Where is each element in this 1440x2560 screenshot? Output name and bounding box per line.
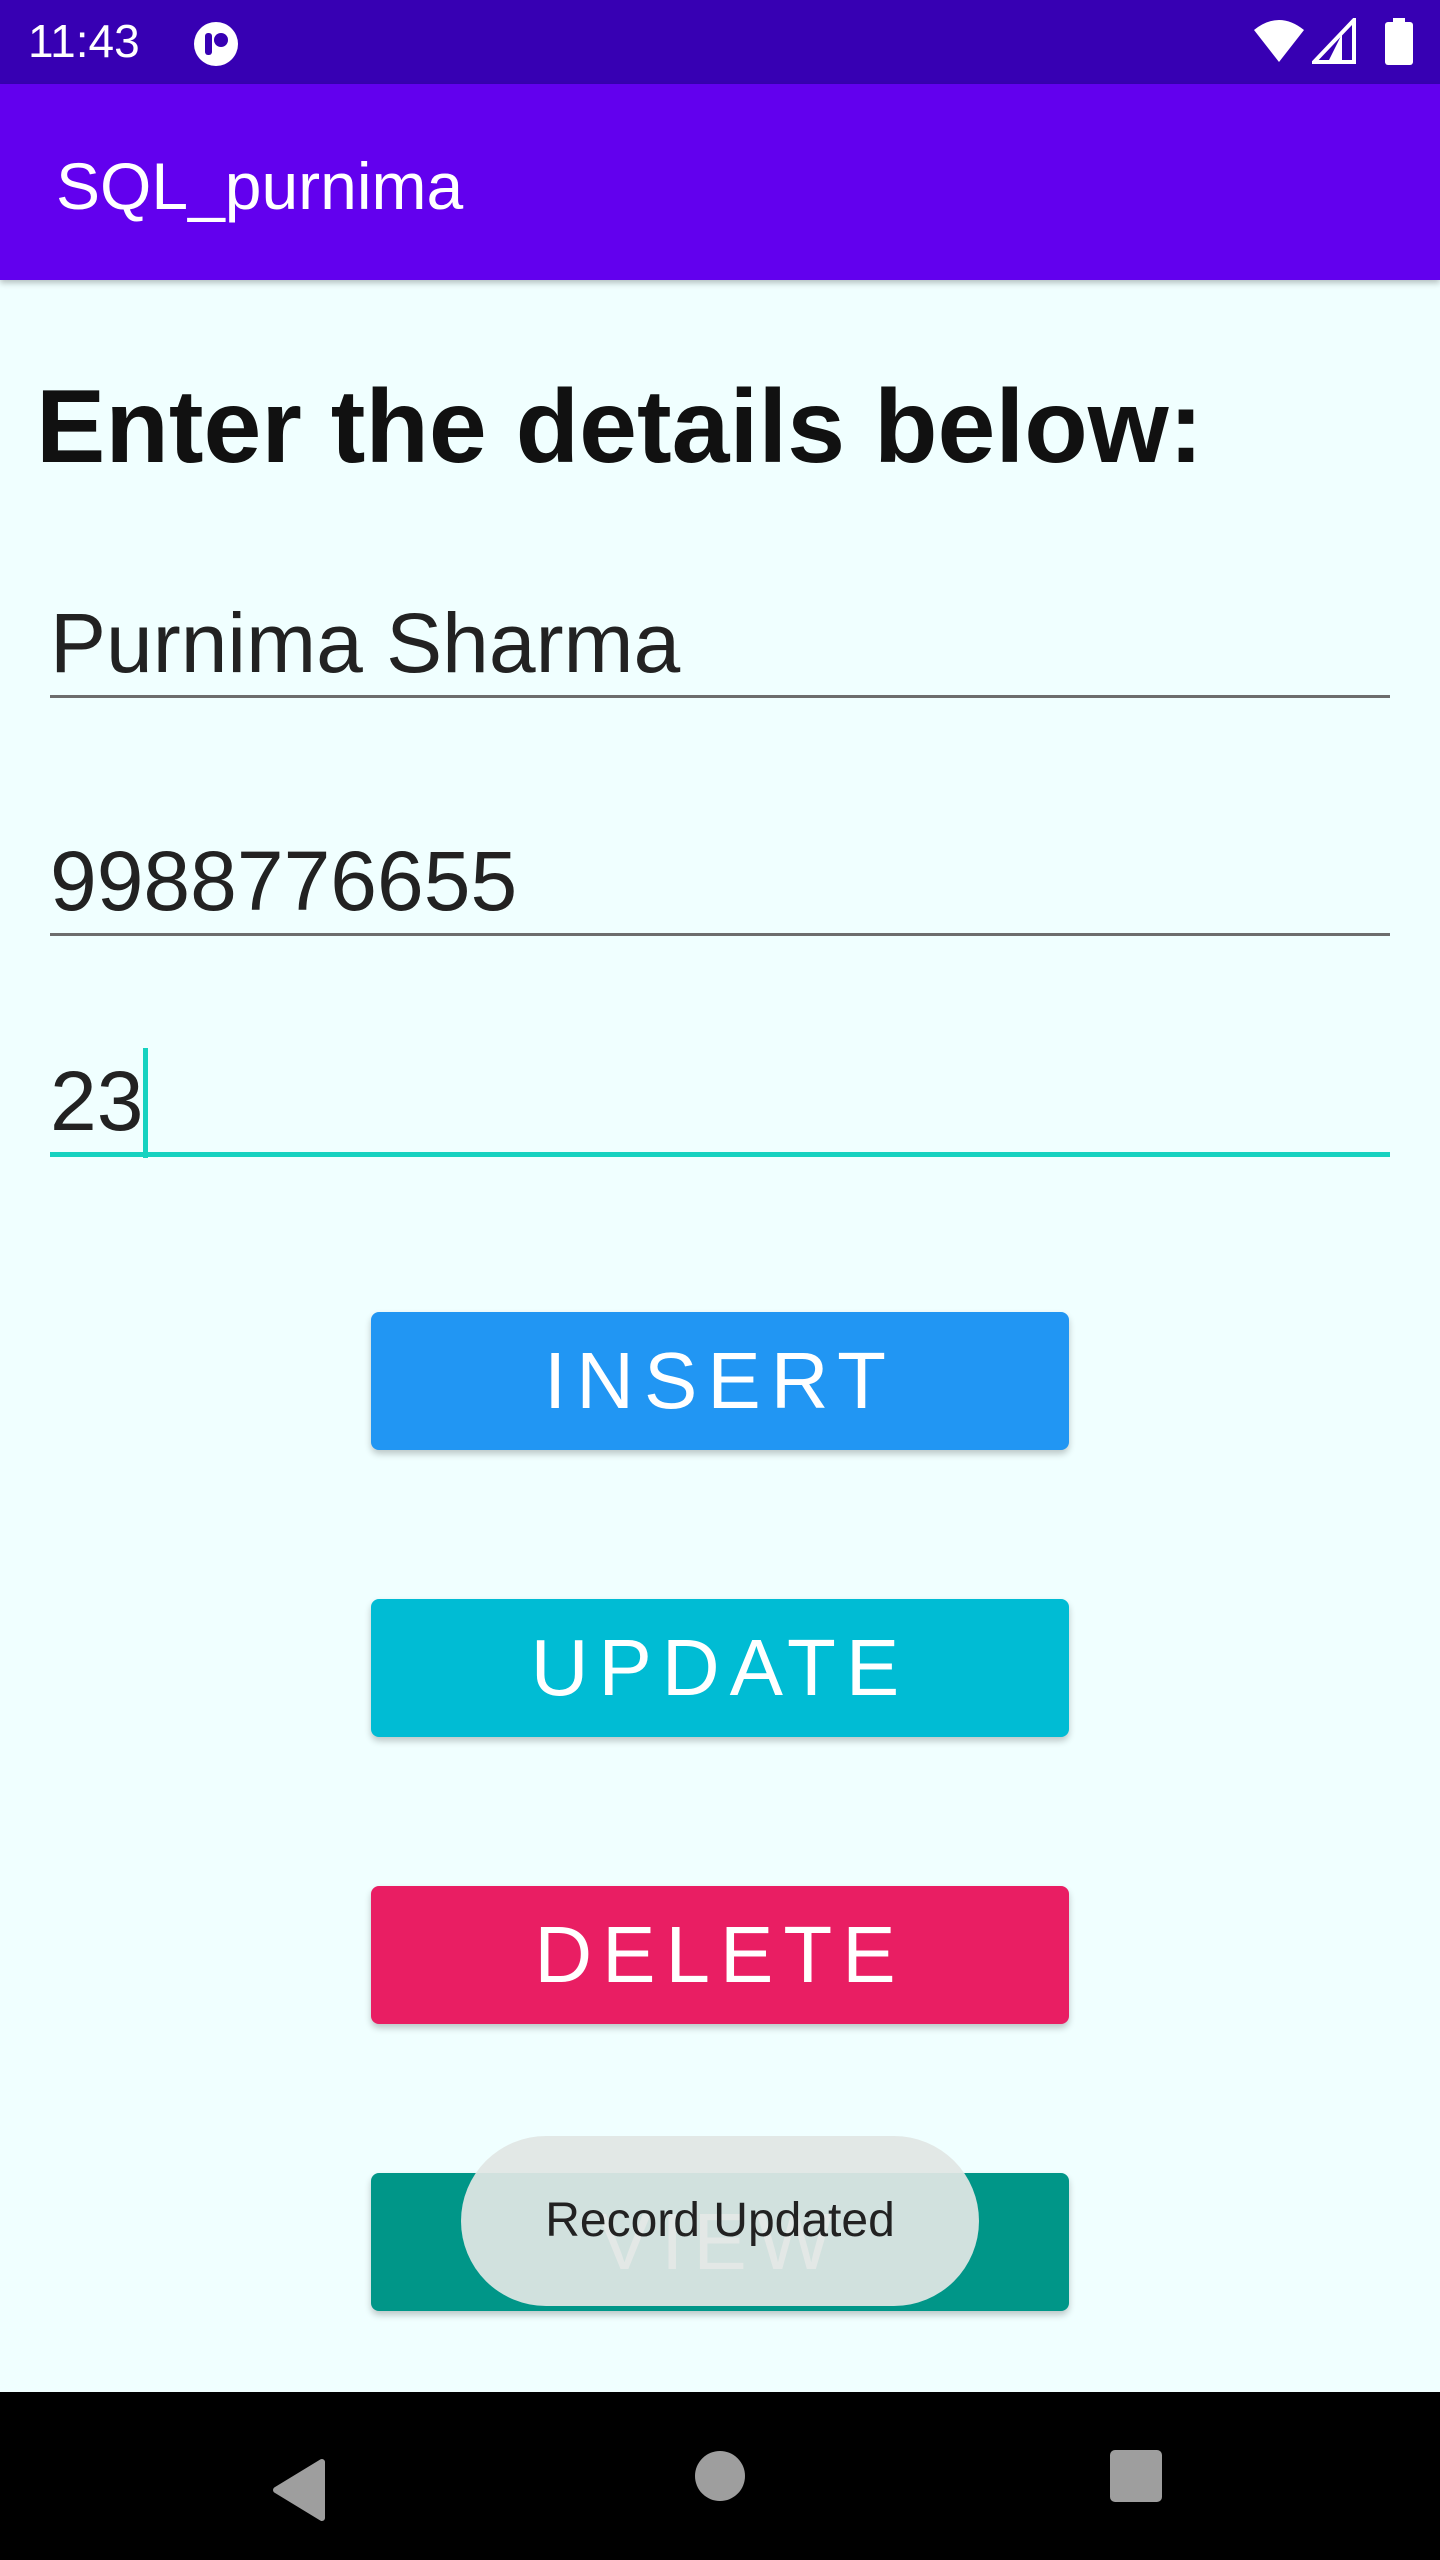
- age-field-underline: [50, 1152, 1390, 1157]
- phone-field[interactable]: [50, 826, 1390, 936]
- app-bar: SQL_purnima: [0, 84, 1440, 280]
- text-cursor: [143, 1048, 148, 1158]
- recents-icon[interactable]: [1074, 2392, 1194, 2560]
- navigation-bar: [0, 2392, 1440, 2560]
- phone-field-underline: [50, 933, 1390, 936]
- name-field[interactable]: [50, 588, 1390, 698]
- app-title: SQL_purnima: [56, 149, 464, 223]
- form-heading: Enter the details below:: [36, 369, 1204, 485]
- app-notification-icon: [194, 22, 238, 66]
- status-time: 11:43: [28, 15, 140, 67]
- name-input[interactable]: [50, 588, 1390, 698]
- home-icon[interactable]: [660, 2392, 780, 2560]
- insert-button[interactable]: INSERT: [371, 1312, 1069, 1450]
- name-field-underline: [50, 695, 1390, 698]
- status-bar: 11:43: [0, 0, 1440, 84]
- toast-message: Record Updated: [461, 2136, 979, 2306]
- age-field[interactable]: [50, 1046, 1390, 1158]
- wifi-icon: [1254, 20, 1304, 62]
- back-icon[interactable]: [240, 2392, 360, 2560]
- delete-button[interactable]: DELETE: [371, 1886, 1069, 2024]
- age-input[interactable]: [50, 1046, 1390, 1156]
- update-button[interactable]: UPDATE: [371, 1599, 1069, 1737]
- phone-input[interactable]: [50, 826, 1390, 936]
- battery-icon: [1385, 18, 1413, 65]
- cellular-signal-icon: [1312, 18, 1356, 64]
